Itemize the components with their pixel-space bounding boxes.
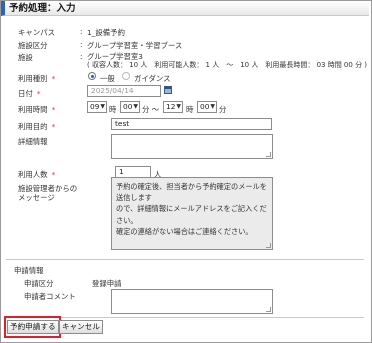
- section-divider: [6, 259, 364, 260]
- usage-type-guidance-label[interactable]: ガイダンス: [134, 73, 171, 84]
- usage-type-general-label[interactable]: 一般: [100, 73, 115, 84]
- admin-message-line: 確定の連絡がない場合はご連絡ください。: [116, 226, 253, 236]
- purpose-input[interactable]: test: [111, 118, 272, 130]
- cancel-button[interactable]: キャンセル: [59, 320, 103, 334]
- start-hour-select[interactable]: 09 ▼: [87, 101, 107, 113]
- required-mark: *: [51, 105, 56, 114]
- required-mark: *: [51, 170, 56, 179]
- people-label: 利用人数 *: [18, 170, 56, 179]
- usage-time-label: 利用時間 *: [18, 105, 56, 114]
- chevron-down-icon: ▼: [210, 103, 215, 110]
- end-hour-unit: 時: [186, 105, 194, 114]
- minute-range-separator: 分 ～: [142, 105, 160, 114]
- chevron-down-icon: ▼: [133, 103, 138, 110]
- facility-type-value: グループ学習室・学習ブース: [87, 41, 183, 50]
- end-minute-select[interactable]: 00 ▼: [197, 101, 217, 113]
- required-mark: *: [51, 74, 56, 83]
- campus-value: 1_設備予約: [87, 28, 125, 37]
- facility-capacity-info: ( 収容人数： 10 人 利用可能人数： 1 人 ～ 10 人 利用最長時間： …: [87, 61, 368, 69]
- applicant-comment-textarea[interactable]: [111, 289, 273, 314]
- details-label: 詳細情報: [18, 137, 48, 146]
- usage-type-guidance-radio[interactable]: [122, 72, 130, 80]
- start-minute-select[interactable]: 00 ▼: [120, 101, 140, 113]
- resize-grip-icon: [266, 243, 271, 248]
- date-label: 日付 *: [18, 89, 41, 98]
- admin-message-label-line2: メッセージ: [18, 193, 55, 202]
- admin-message-box: 予約の確定後、担当者から予約確定のメールを送信します ので、詳細情報にメールアド…: [111, 177, 273, 250]
- end-minute-unit: 分: [219, 105, 227, 114]
- date-input[interactable]: 2025/04/14: [87, 85, 161, 97]
- application-type-value: 登録申請: [92, 279, 122, 288]
- hour-unit: 時: [109, 105, 117, 114]
- purpose-label: 利用目的 *: [18, 122, 56, 131]
- resize-grip-icon: [266, 152, 271, 157]
- required-mark: *: [36, 89, 41, 98]
- details-textarea[interactable]: [111, 134, 273, 159]
- page-title: 予約処理：入力: [1, 1, 369, 16]
- facility-type-label: 施設区分: [18, 41, 48, 50]
- application-section-label: 申請情報: [14, 266, 44, 275]
- chevron-down-icon: ▼: [100, 103, 105, 110]
- submit-reservation-button[interactable]: 予約申請する: [7, 320, 59, 334]
- usage-type-label: 利用種別 *: [18, 74, 56, 83]
- resize-grip-icon: [266, 307, 271, 312]
- colon: :: [80, 52, 83, 61]
- application-type-label: 申請区分: [24, 279, 54, 288]
- admin-message-line: 予約の確定後、担当者から予約確定のメールを送信します: [116, 182, 267, 203]
- colon: :: [80, 40, 83, 49]
- chevron-down-icon: ▼: [176, 103, 181, 110]
- required-mark: *: [51, 122, 56, 131]
- end-hour-select[interactable]: 12 ▼: [163, 101, 183, 113]
- admin-message-line: ので、詳細情報にメールアドレスをご記入ください。: [116, 204, 267, 225]
- campus-label: キャンパス: [18, 28, 55, 37]
- usage-type-general-radio[interactable]: [88, 72, 96, 80]
- facility-label: 施設: [18, 53, 33, 62]
- colon: :: [80, 27, 83, 36]
- calendar-icon[interactable]: [164, 86, 172, 94]
- applicant-comment-label: 申請者コメント: [24, 292, 76, 301]
